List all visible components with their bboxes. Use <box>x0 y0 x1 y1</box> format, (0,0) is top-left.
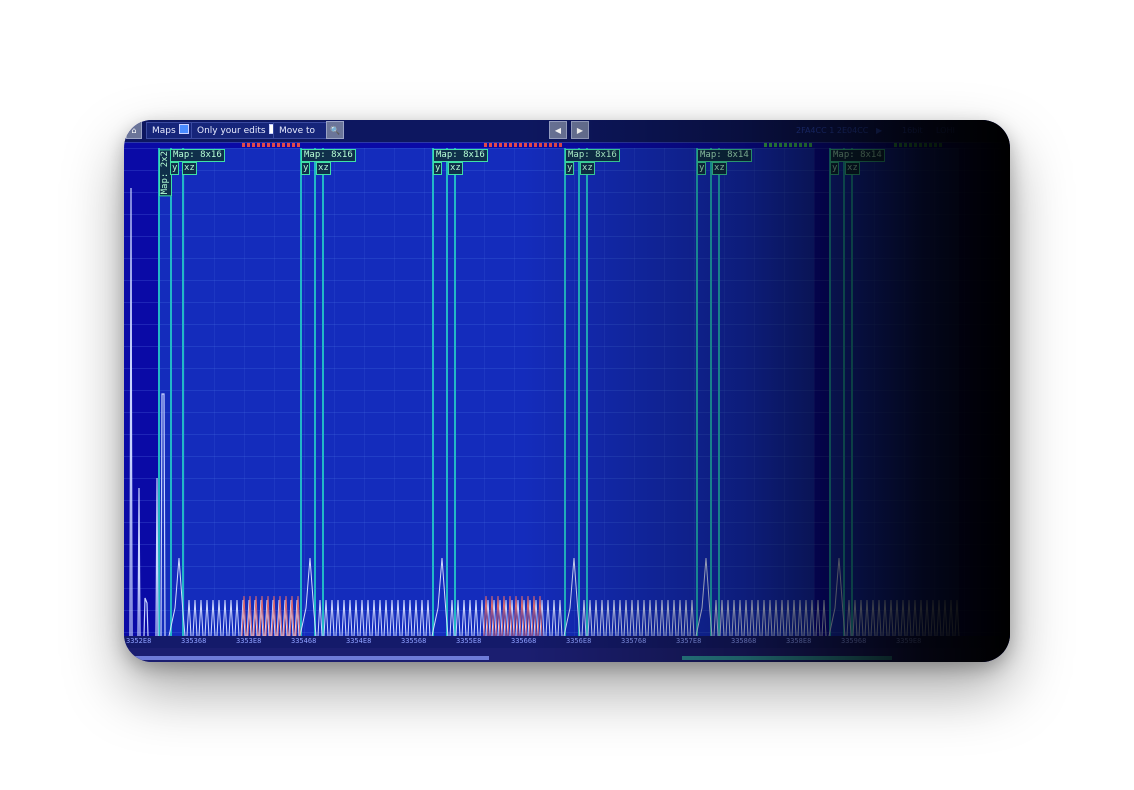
play-icon[interactable]: ▶ <box>876 122 882 139</box>
signal-spike <box>129 187 166 636</box>
edit-marker <box>799 143 802 147</box>
edit-marker <box>297 143 300 147</box>
edit-marker <box>929 143 932 147</box>
move-to-input[interactable]: Move to <box>273 122 328 139</box>
signal-trace <box>563 557 695 636</box>
axis-tick-label: 3355E8 <box>456 637 482 645</box>
edit-marker <box>794 143 797 147</box>
edit-marker <box>544 143 547 147</box>
axis-tick-label: 335768 <box>621 637 647 645</box>
maps-toggle[interactable]: Maps <box>146 122 195 139</box>
axis-tick-label: 335568 <box>401 637 427 645</box>
axis-tick-label: 3356E8 <box>566 637 592 645</box>
edit-marker <box>554 143 557 147</box>
axis-tick-label: 3358E8 <box>786 637 812 645</box>
edit-marker <box>524 143 527 147</box>
only-edits-label: Only your edits <box>197 126 266 136</box>
edit-marker <box>272 143 275 147</box>
axis-tick-label: 335968 <box>841 637 867 645</box>
edit-marker <box>784 143 787 147</box>
edit-marker <box>494 143 497 147</box>
edit-marker <box>539 143 542 147</box>
prev-arrow-icon[interactable]: ◀ <box>549 121 567 139</box>
edit-marker <box>519 143 522 147</box>
edit-marker <box>287 143 290 147</box>
signal-trace <box>828 557 960 636</box>
edit-marker <box>484 143 487 147</box>
toolbar: ⌂ Maps Only your edits Move to 🔍 ◀ ▶ 2FA… <box>124 120 1010 143</box>
edit-marker <box>262 143 265 147</box>
minimap-bar[interactable] <box>682 656 892 660</box>
edit-marker <box>514 143 517 147</box>
edit-marker <box>529 143 532 147</box>
edit-marker <box>247 143 250 147</box>
app-window: ⌂ Maps Only your edits Move to 🔍 ◀ ▶ 2FA… <box>124 120 1010 662</box>
edit-marker <box>779 143 782 147</box>
edit-marker <box>934 143 937 147</box>
maps-checkbox[interactable] <box>178 124 189 134</box>
edit-marker <box>809 143 812 147</box>
edit-marker <box>899 143 902 147</box>
edit-marker <box>282 143 285 147</box>
signal-trace <box>299 557 431 636</box>
next-arrow-icon[interactable]: ▶ <box>571 121 589 139</box>
horizontal-scrollbar[interactable] <box>124 648 1010 662</box>
axis-tick-label: 335368 <box>181 637 207 645</box>
scroll-thumb[interactable] <box>124 656 489 660</box>
edit-marker <box>909 143 912 147</box>
hex-graph-view[interactable]: Map: 2x2 Map: 8x16 y xz Map: 8x16 y xz M… <box>124 148 1010 636</box>
signal-trace <box>695 557 827 636</box>
edit-marker <box>534 143 537 147</box>
edit-marker <box>252 143 255 147</box>
address-axis: 3352E8 335368 3353E8 335468 3354E8 335568 3355… <box>124 636 1010 648</box>
edit-marker <box>804 143 807 147</box>
axis-tick-label: 3359E8 <box>896 637 922 645</box>
edit-marker <box>267 143 270 147</box>
edit-marker <box>509 143 512 147</box>
edit-marker <box>774 143 777 147</box>
edit-marker <box>559 143 562 147</box>
address-range: 2FA4CC 1 2E04CC <box>796 126 869 135</box>
edit-marker <box>504 143 507 147</box>
bits-button[interactable]: 16bit <box>902 122 923 139</box>
endian-button[interactable]: LOHI <box>936 122 955 139</box>
edit-marker <box>277 143 280 147</box>
axis-tick-label: 335868 <box>731 637 757 645</box>
edit-marker <box>489 143 492 147</box>
edit-marker <box>242 143 245 147</box>
axis-tick-label: 3354E8 <box>346 637 372 645</box>
move-to-label: Move to <box>279 126 316 136</box>
axis-tick-label: 3357E8 <box>676 637 702 645</box>
edit-marker <box>939 143 942 147</box>
edit-marker <box>292 143 295 147</box>
edit-marker <box>789 143 792 147</box>
home-icon[interactable]: ⌂ <box>126 121 142 139</box>
only-your-edits-toggle[interactable]: Only your edits <box>191 122 285 139</box>
axis-tick-label: 335468 <box>291 637 317 645</box>
data-waveform <box>129 187 960 636</box>
edit-marker <box>764 143 767 147</box>
edit-marker <box>919 143 922 147</box>
edit-marker <box>499 143 502 147</box>
axis-tick-label: 3353E8 <box>236 637 262 645</box>
edit-marker <box>257 143 260 147</box>
edit-marker <box>549 143 552 147</box>
edit-marker <box>769 143 772 147</box>
axis-tick-label: 335668 <box>511 637 537 645</box>
edit-marker <box>914 143 917 147</box>
search-icon[interactable]: 🔍 <box>326 121 344 139</box>
edit-marker <box>904 143 907 147</box>
edit-marker <box>894 143 897 147</box>
axis-tick-label: 3352E8 <box>126 637 152 645</box>
edit-marker <box>924 143 927 147</box>
maps-label: Maps <box>152 126 176 136</box>
